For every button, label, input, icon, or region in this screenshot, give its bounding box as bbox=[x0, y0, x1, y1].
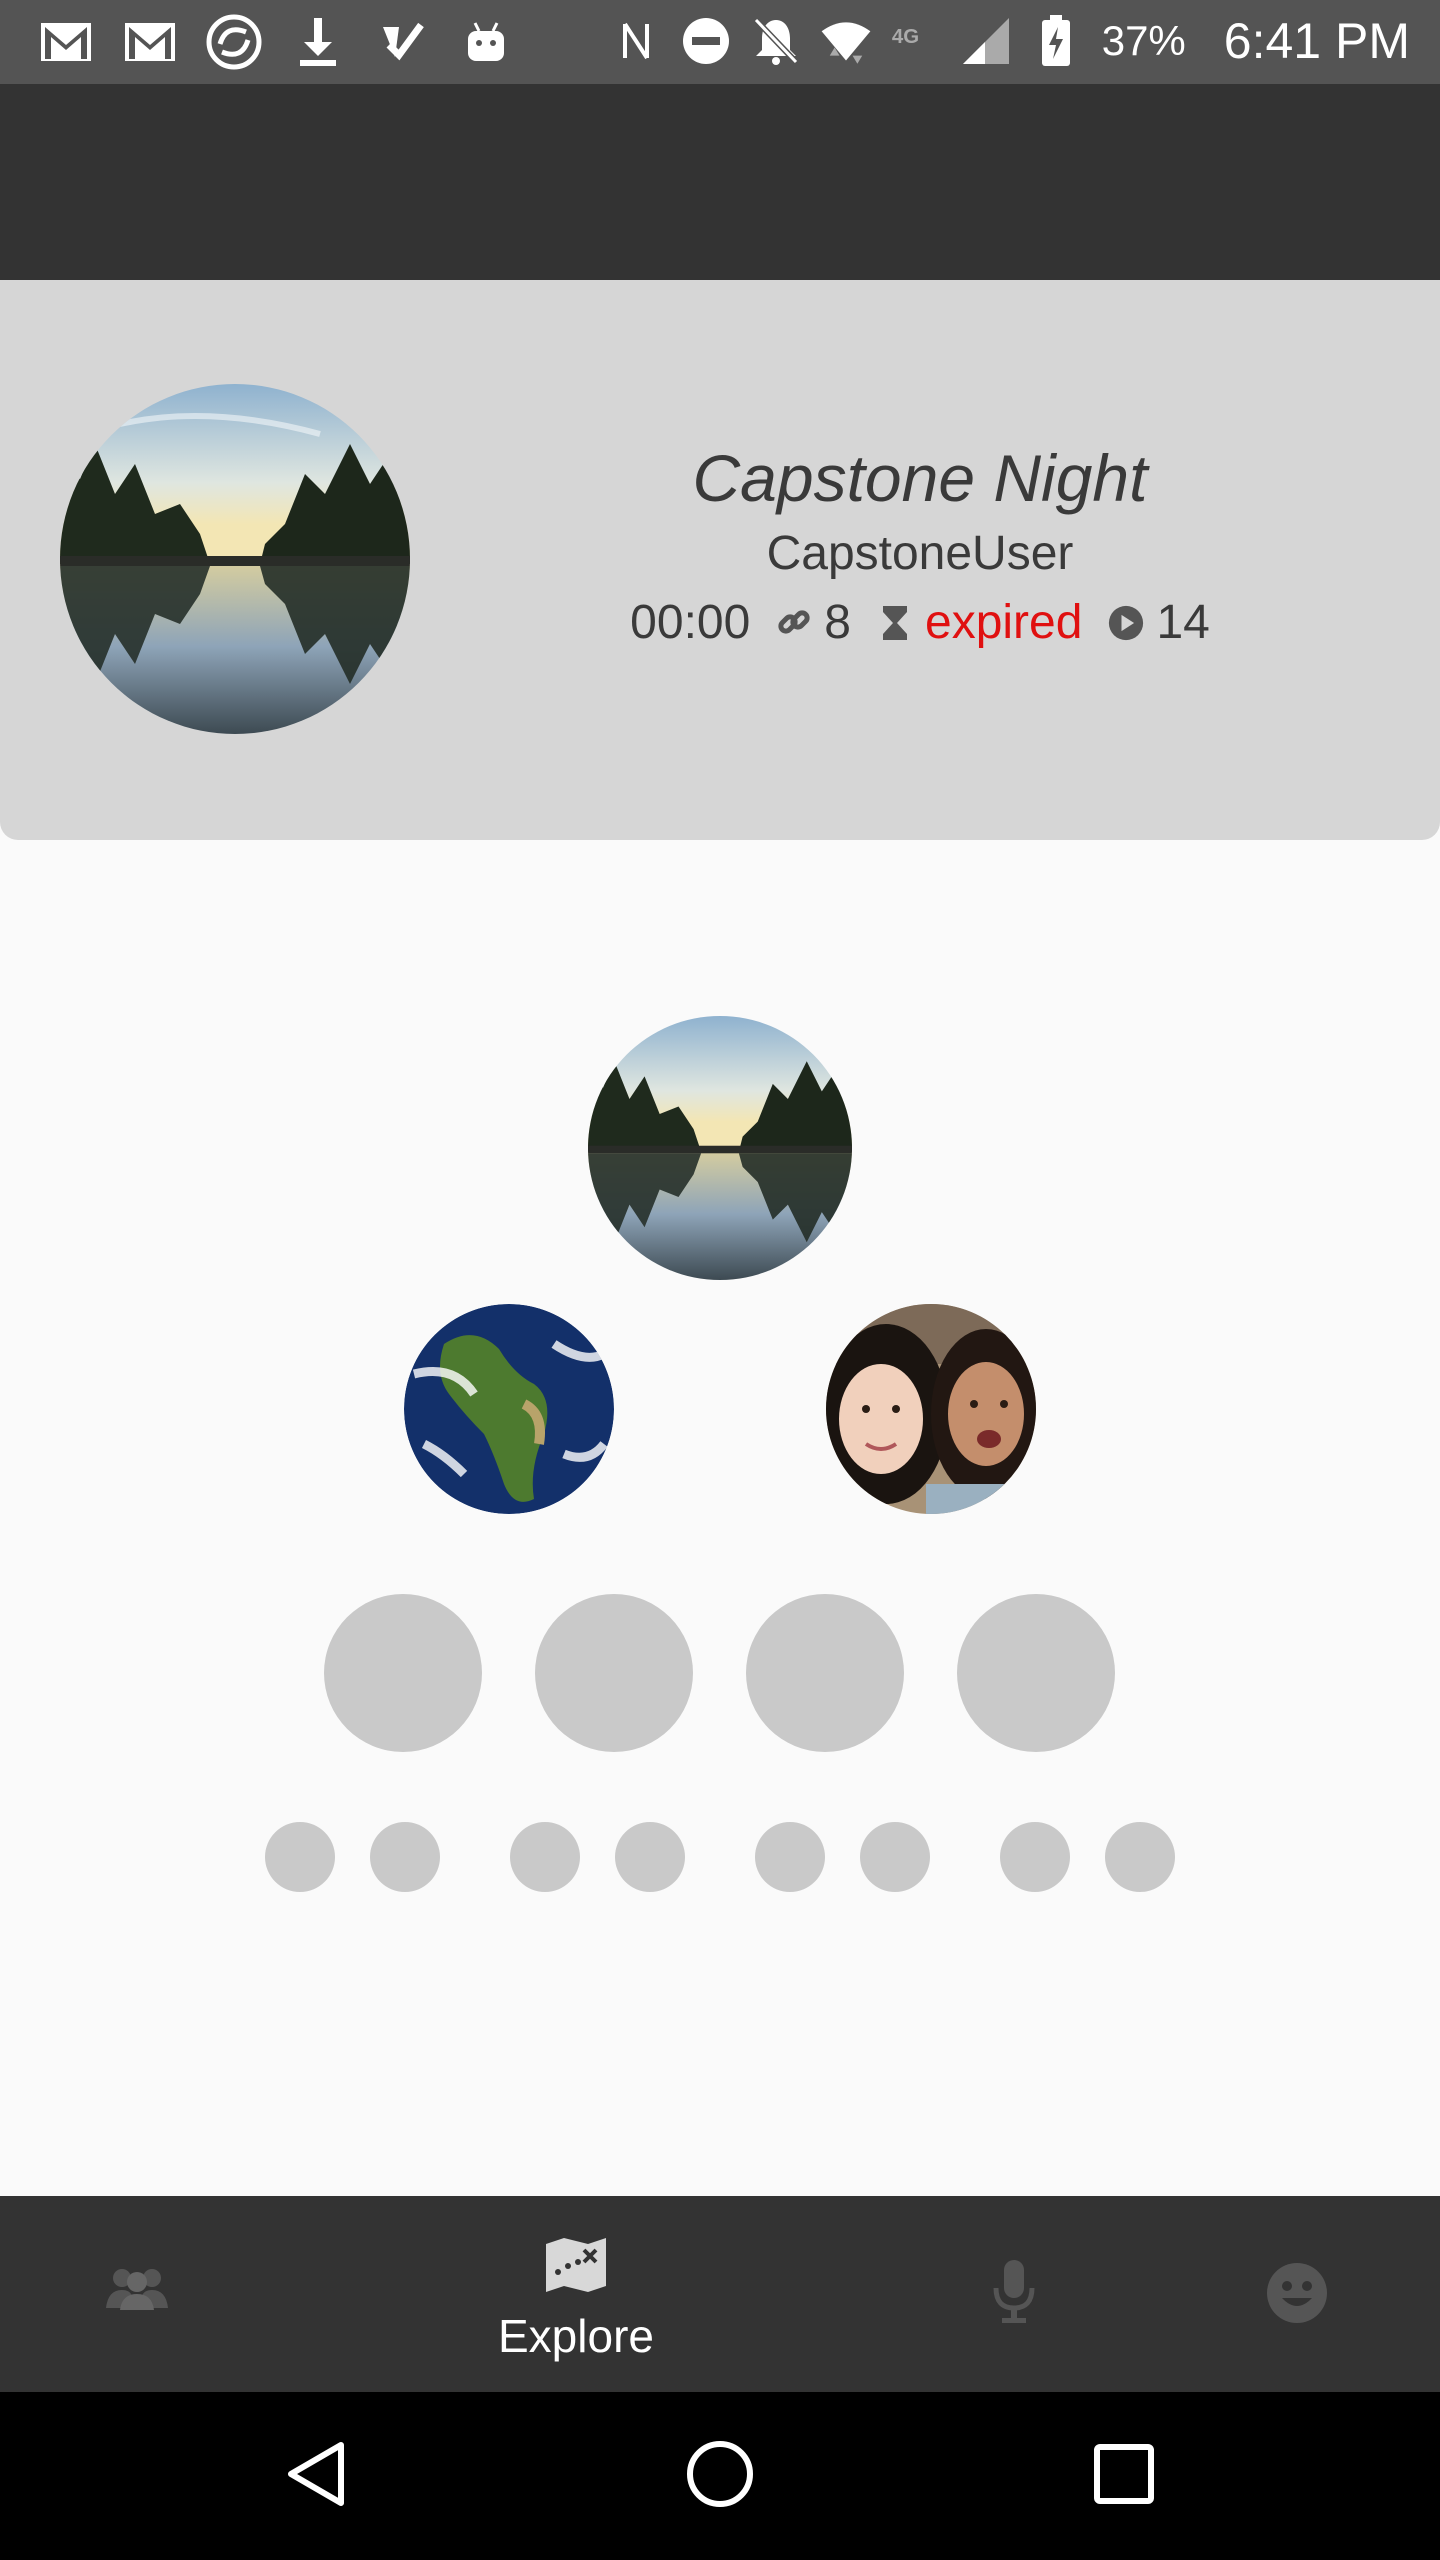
back-icon bbox=[285, 2441, 347, 2512]
explore-map-icon bbox=[544, 2236, 608, 2299]
sync-app-icon bbox=[202, 14, 266, 70]
recents-icon bbox=[1094, 2443, 1154, 2509]
links-count: 8 bbox=[824, 596, 851, 649]
tree-leaf-node[interactable] bbox=[755, 1822, 825, 1892]
tree-leaf-node[interactable] bbox=[265, 1822, 335, 1892]
tree-node-earth[interactable] bbox=[404, 1304, 614, 1514]
story-stats: 00:00 8 expired 14 bbox=[520, 595, 1320, 650]
story-author[interactable]: CapstoneUser bbox=[520, 526, 1320, 581]
tree-placeholder-node[interactable] bbox=[746, 1594, 904, 1752]
app-bar bbox=[0, 84, 1440, 280]
story-cover-image[interactable] bbox=[60, 384, 410, 734]
people-icon bbox=[104, 2266, 170, 2315]
nav-label-explore: Explore bbox=[498, 2310, 654, 2362]
status-clock: 6:41 PM bbox=[1223, 13, 1410, 69]
expiry-stat: expired bbox=[877, 595, 1082, 650]
wifi-icon bbox=[820, 13, 872, 69]
tree-placeholder-node[interactable] bbox=[324, 1594, 482, 1752]
notification-icons bbox=[34, 14, 518, 70]
plays-count: 14 bbox=[1156, 596, 1210, 649]
hourglass-icon bbox=[877, 605, 913, 641]
link-icon bbox=[776, 605, 812, 641]
back-button[interactable] bbox=[270, 2430, 362, 2522]
tree-node-selfie[interactable] bbox=[826, 1304, 1036, 1514]
status-bar: 4G 37% 6:41 PM bbox=[0, 0, 1440, 84]
nav-item-profile[interactable] bbox=[1266, 2262, 1328, 2329]
check-app-icon bbox=[370, 14, 434, 70]
gmail-icon bbox=[34, 14, 98, 70]
tree-leaf-node[interactable] bbox=[370, 1822, 440, 1892]
home-icon bbox=[686, 2440, 754, 2513]
duration-value: 00:00 bbox=[630, 596, 751, 649]
story-info: Capstone Night CapstoneUser 00:00 8 expi… bbox=[520, 440, 1320, 650]
tree-leaf-node[interactable] bbox=[1000, 1822, 1070, 1892]
tree-placeholder-node[interactable] bbox=[535, 1594, 693, 1752]
tree-leaf-node[interactable] bbox=[1105, 1822, 1175, 1892]
plays-stat: 14 bbox=[1108, 595, 1210, 650]
battery-charging-icon bbox=[1030, 13, 1082, 69]
links-stat: 8 bbox=[776, 595, 851, 650]
bottom-navigation: Explore bbox=[0, 2196, 1440, 2392]
smiley-icon bbox=[1266, 2262, 1328, 2329]
battery-percentage: 37% bbox=[1101, 17, 1186, 64]
microphone-icon bbox=[992, 2258, 1036, 2329]
nfc-icon bbox=[610, 13, 662, 69]
home-button[interactable] bbox=[674, 2430, 766, 2522]
tree-leaf-node[interactable] bbox=[510, 1822, 580, 1892]
cell-signal-icon bbox=[960, 13, 1012, 69]
nav-item-explore[interactable]: Explore bbox=[498, 2236, 654, 2363]
tree-leaf-node[interactable] bbox=[860, 1822, 930, 1892]
tree-leaf-node[interactable] bbox=[615, 1822, 685, 1892]
system-status-icons: 4G 37% 6:41 PM bbox=[610, 12, 1410, 70]
nav-item-record[interactable] bbox=[992, 2258, 1036, 2329]
4g-lte-icon: 4G bbox=[890, 13, 942, 69]
gmail-icon bbox=[118, 14, 182, 70]
system-navigation-bar bbox=[0, 2392, 1440, 2560]
duration-stat: 00:00 bbox=[630, 595, 750, 650]
svg-text:4G: 4G bbox=[892, 26, 919, 48]
download-icon bbox=[286, 14, 350, 70]
tree-placeholder-node[interactable] bbox=[957, 1594, 1115, 1752]
play-circle-icon bbox=[1108, 605, 1144, 641]
recents-button[interactable] bbox=[1078, 2430, 1170, 2522]
do-not-disturb-icon bbox=[680, 13, 732, 69]
tree-root-node[interactable] bbox=[588, 1016, 852, 1280]
story-header: Capstone Night CapstoneUser 00:00 8 expi… bbox=[0, 280, 1440, 840]
story-title: Capstone Night bbox=[692, 441, 1148, 515]
nav-item-people[interactable] bbox=[104, 2266, 170, 2315]
expiry-status: expired bbox=[925, 596, 1083, 649]
android-icon bbox=[454, 14, 518, 70]
notifications-off-icon bbox=[750, 13, 802, 69]
